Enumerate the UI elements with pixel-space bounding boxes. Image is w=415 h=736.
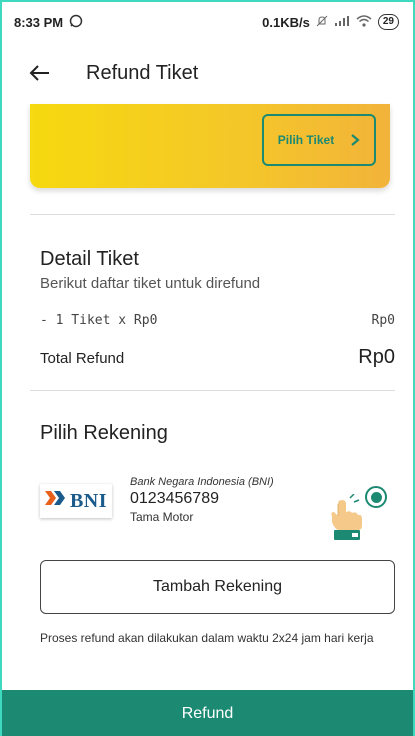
wifi-icon bbox=[356, 14, 372, 30]
pointing-hand-icon bbox=[324, 493, 368, 547]
total-refund-row: Total Refund Rp0 bbox=[40, 346, 395, 369]
tambah-rekening-button[interactable]: Tambah Rekening bbox=[40, 560, 395, 614]
page-title: Refund Tiket bbox=[86, 61, 199, 84]
radio-selected-dot bbox=[370, 491, 382, 503]
pilih-tiket-label: Pilih Tiket bbox=[277, 133, 335, 147]
app-frame: 8:33 PM 0.1KB/s 29 Refund Tiket Pilih Ti… bbox=[0, 0, 415, 736]
pilih-tiket-button[interactable]: Pilih Tiket bbox=[262, 114, 376, 166]
total-refund-value: Rp0 bbox=[358, 346, 395, 368]
battery-icon: 29 bbox=[377, 14, 399, 30]
mute-icon bbox=[316, 15, 328, 30]
account-radio[interactable] bbox=[365, 486, 387, 508]
account-owner: Tama Motor bbox=[130, 510, 194, 524]
bni-logo: BNI bbox=[40, 484, 112, 518]
bni-logo-text: BNI bbox=[69, 489, 108, 512]
network-speed: 0.1KB/s bbox=[262, 14, 310, 30]
account-number: 0123456789 bbox=[130, 490, 219, 507]
bank-name: Bank Negara Indonesia (BNI) bbox=[130, 476, 274, 488]
ticket-line-row: - 1 Tiket x Rp0 Rp0 bbox=[40, 313, 395, 328]
signal-icon bbox=[334, 15, 350, 30]
divider bbox=[30, 390, 395, 391]
detail-tiket-title: Detail Tiket bbox=[40, 248, 139, 270]
refund-note: Proses refund akan dilakukan dalam waktu… bbox=[40, 631, 374, 645]
pilih-rekening-title: Pilih Rekening bbox=[40, 422, 168, 444]
ticket-banner: Pilih Tiket bbox=[30, 104, 390, 188]
ticket-line-amount: Rp0 bbox=[371, 313, 395, 328]
chevron-right-icon bbox=[350, 133, 360, 147]
arrow-left-icon[interactable] bbox=[28, 61, 52, 85]
refund-button[interactable]: Refund bbox=[2, 690, 413, 736]
bni-mark-icon bbox=[44, 489, 67, 513]
total-refund-label: Total Refund bbox=[40, 350, 125, 367]
status-time: 8:33 PM bbox=[14, 14, 64, 30]
ticket-line-label: - 1 Tiket x Rp0 bbox=[40, 313, 158, 328]
status-bar: 8:33 PM 0.1KB/s 29 bbox=[2, 2, 413, 42]
divider bbox=[30, 214, 395, 215]
detail-tiket-subtitle: Berikut daftar tiket untuk direfund bbox=[40, 275, 261, 292]
whatsapp-icon bbox=[69, 14, 83, 31]
app-bar: Refund Tiket bbox=[2, 42, 413, 104]
